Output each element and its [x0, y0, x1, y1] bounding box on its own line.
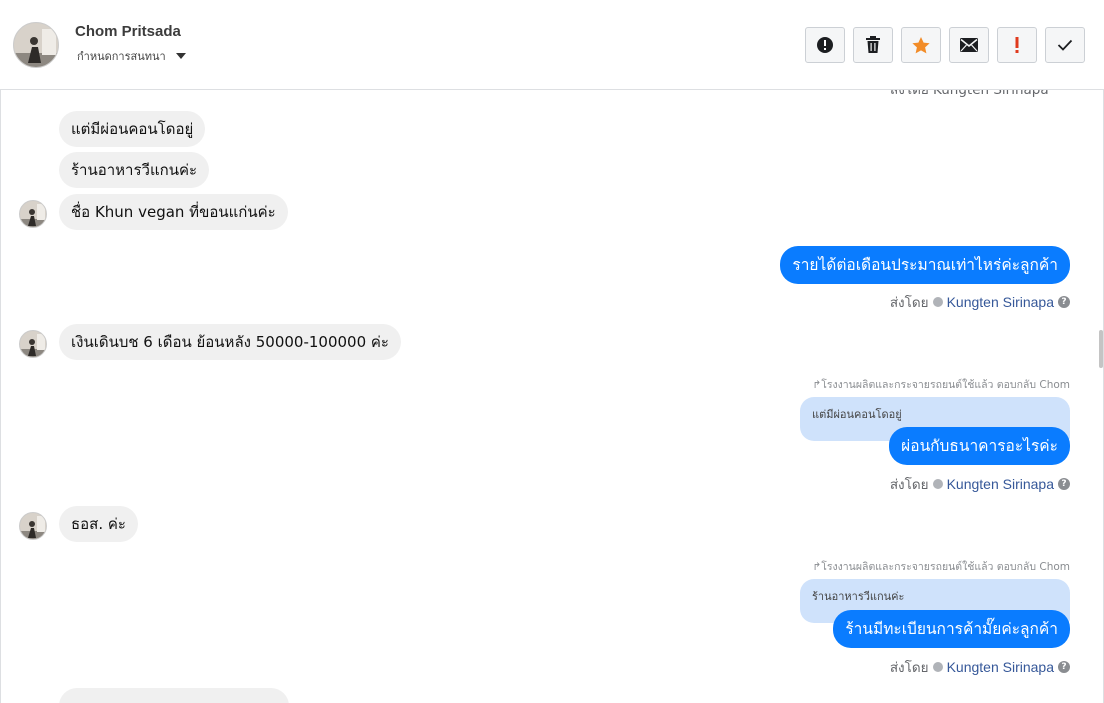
sent-by-partial-text: ส่งโดย Kungten Sirinapa: [890, 90, 1049, 98]
check-circle-icon: [932, 479, 943, 489]
sent-by-line: ส่งโดย Kungten Sirinapa ?: [890, 656, 1070, 678]
contact-avatar[interactable]: [13, 22, 59, 68]
contact-avatar-small[interactable]: [19, 512, 47, 540]
sent-by-line: ส่งโดย Kungten Sirinapa ?: [890, 473, 1070, 495]
incoming-message-partial[interactable]: [59, 688, 289, 703]
star-icon: [912, 36, 930, 53]
reply-label: ↱โรงงานผลิตและกระจายรถยนต์ใช้แล้ว ตอบกลั…: [812, 376, 1070, 393]
agent-name-link[interactable]: Kungten Sirinapa: [947, 294, 1054, 310]
help-icon[interactable]: ?: [1058, 296, 1070, 308]
conversation-status-dropdown[interactable]: กำหนดการสนทนา: [77, 47, 186, 65]
agent-name-link[interactable]: Kungten Sirinapa: [947, 659, 1054, 675]
reply-label-text: โรงงานผลิตและกระจายรถยนต์ใช้แล้ว ตอบกลับ…: [821, 561, 1070, 573]
star-button[interactable]: [901, 27, 941, 63]
check-circle-icon: [932, 662, 943, 672]
scrollbar-thumb[interactable]: [1099, 330, 1103, 368]
incoming-message[interactable]: ชื่อ Khun vegan ที่ขอนแก่นค่ะ: [59, 194, 288, 230]
reply-label: ↱โรงงานผลิตและกระจายรถยนต์ใช้แล้ว ตอบกลั…: [812, 558, 1070, 575]
incoming-message[interactable]: แต่มีผ่อนคอนโดอยู่: [59, 111, 206, 147]
sent-by-label: ส่งโดย: [889, 660, 929, 676]
incoming-message[interactable]: ร้านอาหารวีแกนค่ะ: [59, 152, 210, 188]
sent-by-label: ส่งโดย: [889, 295, 929, 311]
conversation-actions: [805, 27, 1085, 63]
contact-name[interactable]: Chom Pritsada: [75, 23, 181, 40]
reply-arrow-icon: ↱: [812, 561, 822, 573]
exclamation-icon: [1015, 37, 1019, 53]
reply-label-text: โรงงานผลิตและกระจายรถยนต์ใช้แล้ว ตอบกลับ…: [821, 379, 1070, 391]
outgoing-message[interactable]: ร้านมีทะเบียนการค้ามั๊ยค่ะลูกค้า: [833, 610, 1070, 648]
trash-icon: [866, 36, 880, 53]
envelope-icon: [960, 38, 978, 52]
agent-name-link[interactable]: Kungten Sirinapa: [947, 476, 1054, 492]
conversation-header: Chom Pritsada กำหนดการสนทนา: [0, 0, 1104, 90]
alert-circle-icon: [817, 37, 833, 53]
checkmark-icon: [1057, 39, 1073, 51]
outgoing-message[interactable]: ผ่อนกับธนาคารอะไรค่ะ: [889, 427, 1070, 465]
help-icon[interactable]: ?: [1058, 661, 1070, 673]
contact-avatar-small[interactable]: [19, 200, 47, 228]
done-button[interactable]: [1045, 27, 1085, 63]
message-thread[interactable]: ส่งโดย Kungten Sirinapa แต่มีผ่อนคอนโดอย…: [0, 90, 1104, 703]
delete-button[interactable]: [853, 27, 893, 63]
sent-by-label: ส่งโดย: [889, 477, 929, 493]
spam-button[interactable]: [805, 27, 845, 63]
mark-unread-button[interactable]: [949, 27, 989, 63]
contact-avatar-small[interactable]: [19, 330, 47, 358]
incoming-message[interactable]: ธอส. ค่ะ: [59, 506, 138, 542]
help-icon[interactable]: ?: [1058, 478, 1070, 490]
reply-arrow-icon: ↱: [812, 379, 822, 391]
caret-down-icon: [175, 53, 186, 59]
conversation-status-label: กำหนดการสนทนา: [77, 50, 166, 63]
check-circle-icon: [932, 297, 943, 307]
sent-by-partial: ส่งโดย Kungten Sirinapa: [890, 90, 1049, 100]
incoming-message[interactable]: เงินเดินบช 6 เดือน ย้อนหลัง 50000-100000…: [59, 324, 401, 360]
sent-by-line: ส่งโดย Kungten Sirinapa ?: [890, 291, 1070, 313]
important-button[interactable]: [997, 27, 1037, 63]
outgoing-message[interactable]: รายได้ต่อเดือนประมาณเท่าไหร่ค่ะลูกค้า: [780, 246, 1070, 284]
